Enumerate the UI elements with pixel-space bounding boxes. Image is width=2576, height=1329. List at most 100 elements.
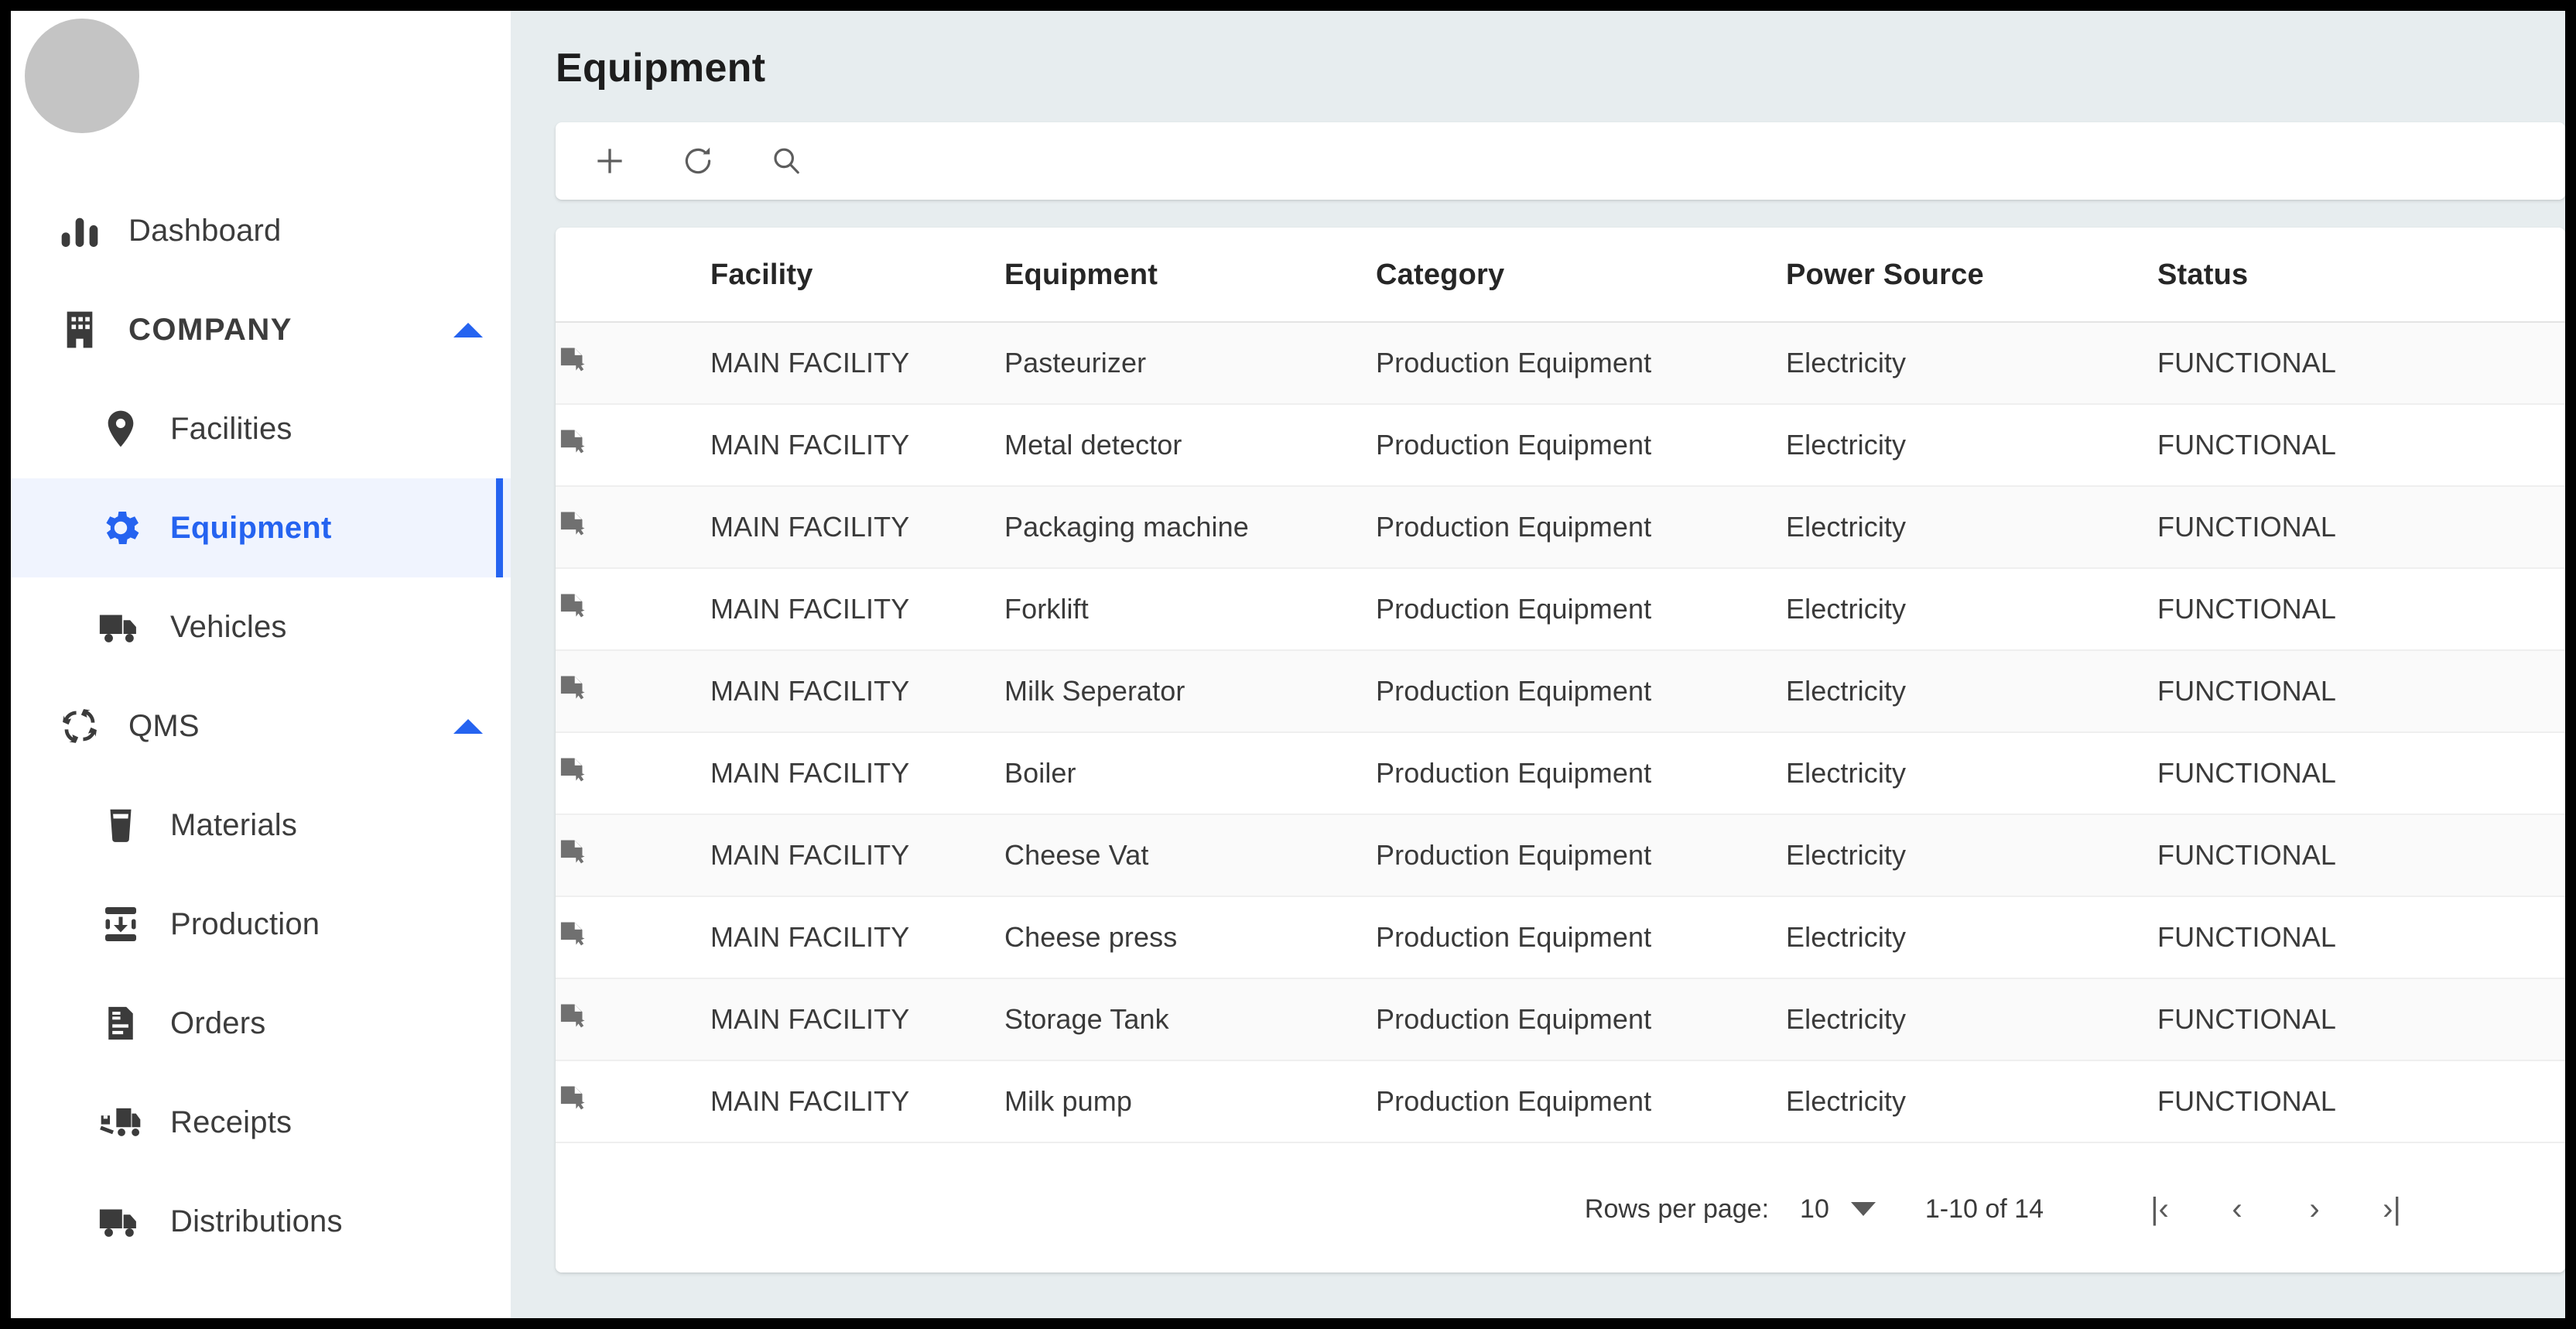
table-row[interactable]: MAIN FACILITY Milk Seperator Production Eq… bbox=[556, 650, 2565, 733]
table-row[interactable]: MAIN FACILITY Storage Tank Production Equi… bbox=[556, 978, 2565, 1061]
cell-equipment: Pasteurizer bbox=[1004, 322, 1376, 405]
prev-page-button[interactable]: ‹ bbox=[2211, 1183, 2263, 1235]
row-detail-icon[interactable] bbox=[556, 322, 710, 405]
table-row[interactable]: MAIN FACILITY Boiler Production Equipment E… bbox=[556, 732, 2565, 815]
cell-power-source: Electricity bbox=[1786, 896, 2157, 979]
cell-status: FUNCTIONAL bbox=[2157, 896, 2565, 979]
column-header-category[interactable]: Category bbox=[1376, 228, 1786, 323]
cell-power-source: Electricity bbox=[1786, 1060, 2157, 1143]
cell-power-source: Electricity bbox=[1786, 650, 2157, 733]
column-header-status[interactable]: Status bbox=[2157, 228, 2565, 323]
cell-category: Production Equipment bbox=[1376, 404, 1786, 487]
column-header-equipment[interactable]: Equipment bbox=[1004, 228, 1376, 323]
cell-equipment: Packaging machine bbox=[1004, 486, 1376, 569]
avatar[interactable] bbox=[25, 19, 139, 133]
cell-facility: MAIN FACILITY bbox=[710, 568, 1004, 651]
row-detail-icon[interactable] bbox=[556, 978, 710, 1061]
page-title: Equipment bbox=[556, 46, 766, 91]
rows-per-page-value[interactable]: 10 bbox=[1800, 1194, 1829, 1225]
table-toolbar bbox=[556, 122, 2565, 200]
cell-facility: MAIN FACILITY bbox=[710, 732, 1004, 815]
cell-equipment: Milk Seperator bbox=[1004, 650, 1376, 733]
add-button[interactable] bbox=[588, 139, 631, 183]
cell-category: Production Equipment bbox=[1376, 322, 1786, 405]
chevron-down-icon[interactable] bbox=[1850, 1202, 1876, 1216]
rows-per-page-label: Rows per page: bbox=[1584, 1194, 1770, 1224]
cell-status: FUNCTIONAL bbox=[2157, 568, 2565, 651]
sidebar-item-label: Production bbox=[170, 906, 320, 941]
search-button[interactable] bbox=[765, 139, 808, 183]
forklift-icon bbox=[91, 1098, 150, 1146]
table-row[interactable]: MAIN FACILITY Packaging machine Production… bbox=[556, 486, 2565, 569]
cell-equipment: Metal detector bbox=[1004, 404, 1376, 487]
table-header-row: Facility Equipment Category Power Source… bbox=[556, 228, 2565, 323]
cell-facility: MAIN FACILITY bbox=[710, 404, 1004, 487]
cup-icon bbox=[91, 804, 150, 846]
first-page-button[interactable]: |‹ bbox=[2133, 1183, 2186, 1235]
sidebar-item-equipment[interactable]: Equipment bbox=[11, 478, 511, 577]
cell-status: FUNCTIONAL bbox=[2157, 404, 2565, 487]
row-detail-icon[interactable] bbox=[556, 568, 710, 651]
row-detail-icon[interactable] bbox=[556, 486, 710, 569]
row-detail-icon[interactable] bbox=[556, 732, 710, 815]
cell-status: FUNCTIONAL bbox=[2157, 486, 2565, 569]
table-row[interactable]: MAIN FACILITY Milk pump Production Equipme… bbox=[556, 1060, 2565, 1143]
row-detail-icon[interactable] bbox=[556, 1060, 710, 1143]
sidebar-item-label: Distributions bbox=[170, 1204, 343, 1238]
sidebar-group-company[interactable]: COMPANY bbox=[11, 280, 511, 379]
equipment-table: Facility Equipment Category Power Source… bbox=[556, 228, 2565, 1143]
table-body: MAIN FACILITY Pasteurizer Production Equip… bbox=[556, 322, 2565, 1143]
cell-category: Production Equipment bbox=[1376, 732, 1786, 815]
app-window: Dashboard COMPANY Facilities Equipment V… bbox=[11, 11, 2565, 1318]
sidebar-item-orders[interactable]: Orders bbox=[11, 974, 511, 1073]
cell-power-source: Electricity bbox=[1786, 404, 2157, 487]
column-header-facility[interactable]: Facility bbox=[710, 228, 1004, 323]
cell-facility: MAIN FACILITY bbox=[710, 1060, 1004, 1143]
column-header-icon[interactable] bbox=[556, 228, 710, 323]
cell-status: FUNCTIONAL bbox=[2157, 978, 2565, 1061]
row-detail-icon[interactable] bbox=[556, 814, 710, 897]
building-icon bbox=[51, 308, 108, 351]
next-page-button[interactable]: › bbox=[2288, 1183, 2341, 1235]
sidebar-item-dashboard[interactable]: Dashboard bbox=[11, 181, 511, 280]
cell-equipment: Milk pump bbox=[1004, 1060, 1376, 1143]
sidebar-item-receipts[interactable]: Receipts bbox=[11, 1073, 511, 1172]
refresh-button[interactable] bbox=[676, 139, 720, 183]
production-icon bbox=[91, 901, 150, 947]
table-row[interactable]: MAIN FACILITY Metal detector Production Eq… bbox=[556, 404, 2565, 487]
sidebar-group-qms[interactable]: QMS bbox=[11, 676, 511, 776]
column-header-power-source[interactable]: Power Source bbox=[1786, 228, 2157, 323]
sidebar-item-label: Materials bbox=[170, 807, 298, 842]
cell-status: FUNCTIONAL bbox=[2157, 732, 2565, 815]
sidebar-item-label: Dashboard bbox=[128, 213, 282, 248]
cell-power-source: Electricity bbox=[1786, 814, 2157, 897]
cell-power-source: Electricity bbox=[1786, 568, 2157, 651]
pagination: Rows per page: 10 1-10 of 14 |‹ ‹ › ›| bbox=[556, 1143, 2565, 1272]
cell-facility: MAIN FACILITY bbox=[710, 650, 1004, 733]
sidebar-item-distributions[interactable]: Distributions bbox=[11, 1172, 511, 1271]
cell-category: Production Equipment bbox=[1376, 568, 1786, 651]
row-detail-icon[interactable] bbox=[556, 896, 710, 979]
chevron-up-icon[interactable] bbox=[453, 322, 483, 337]
cell-power-source: Electricity bbox=[1786, 978, 2157, 1061]
table-row[interactable]: MAIN FACILITY Cheese Vat Production Equipm… bbox=[556, 814, 2565, 897]
row-detail-icon[interactable] bbox=[556, 650, 710, 733]
sidebar-item-production[interactable]: Production bbox=[11, 875, 511, 974]
cycle-arrows-icon bbox=[51, 704, 108, 748]
table-row[interactable]: MAIN FACILITY Cheese press Production Equi… bbox=[556, 896, 2565, 979]
sidebar-item-materials[interactable]: Materials bbox=[11, 776, 511, 875]
cell-equipment: Boiler bbox=[1004, 732, 1376, 815]
table-row[interactable]: MAIN FACILITY Pasteurizer Production Equip… bbox=[556, 322, 2565, 405]
sidebar: Dashboard COMPANY Facilities Equipment V… bbox=[11, 11, 511, 1318]
cell-power-source: Electricity bbox=[1786, 322, 2157, 405]
row-detail-icon[interactable] bbox=[556, 404, 710, 487]
cell-facility: MAIN FACILITY bbox=[710, 486, 1004, 569]
sidebar-item-vehicles[interactable]: Vehicles bbox=[11, 577, 511, 676]
chevron-up-icon[interactable] bbox=[453, 718, 483, 734]
last-page-button[interactable]: ›| bbox=[2366, 1183, 2418, 1235]
table-row[interactable]: MAIN FACILITY Forklift Production Equipmen… bbox=[556, 568, 2565, 651]
cell-status: FUNCTIONAL bbox=[2157, 650, 2565, 733]
cell-status: FUNCTIONAL bbox=[2157, 1060, 2565, 1143]
sidebar-item-facilities[interactable]: Facilities bbox=[11, 379, 511, 478]
cell-equipment: Storage Tank bbox=[1004, 978, 1376, 1061]
